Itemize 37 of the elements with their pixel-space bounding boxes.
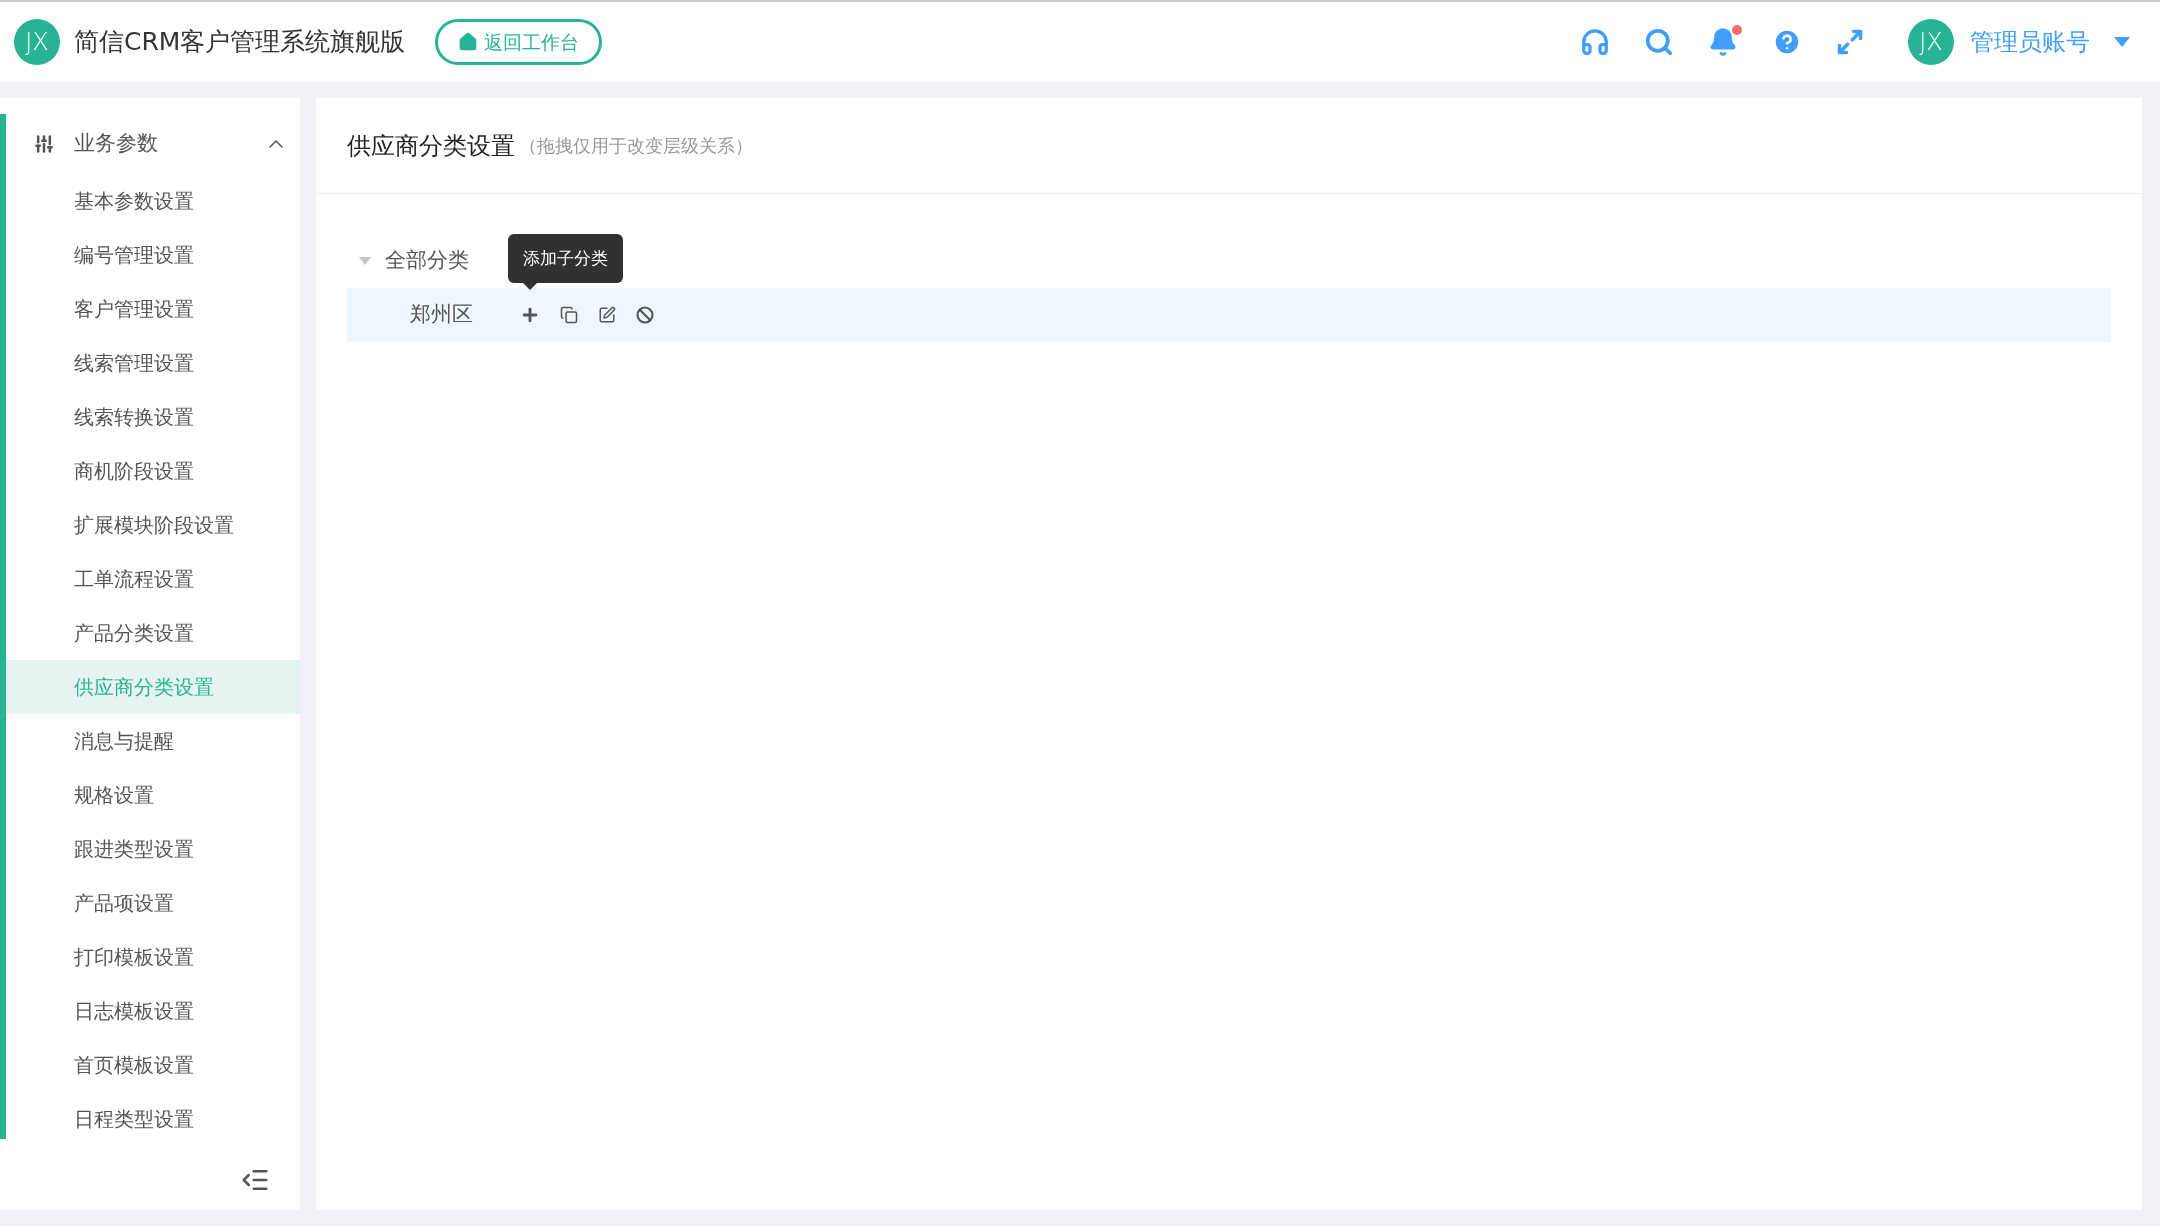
menu-item[interactable]: 日志模板设置 <box>6 984 300 1038</box>
menu-item[interactable]: 首页模板设置 <box>6 1038 300 1092</box>
add-icon[interactable] <box>520 305 540 325</box>
menu-item[interactable]: 产品分类设置 <box>6 606 300 660</box>
menu-item[interactable]: 线索转换设置 <box>6 390 300 444</box>
menu-item[interactable]: 客户管理设置 <box>6 282 300 336</box>
menu-group-header[interactable]: 业务参数 <box>6 114 300 174</box>
panel-title: 供应商分类设置 <box>347 130 515 162</box>
tooltip-pointer <box>522 282 538 290</box>
menu-item[interactable]: 规格设置 <box>6 768 300 822</box>
menu-item[interactable]: 基本参数设置 <box>6 174 300 228</box>
dropdown-caret-icon[interactable] <box>2114 37 2130 47</box>
help-icon[interactable] <box>1772 27 1802 57</box>
app-title: 简信CRM客户管理系统旗舰版 <box>74 26 406 59</box>
menu-item[interactable]: 线索管理设置 <box>6 336 300 390</box>
fullscreen-icon[interactable] <box>1836 28 1864 56</box>
menu-item[interactable]: 商机阶段设置 <box>6 444 300 498</box>
edit-icon[interactable] <box>598 306 616 324</box>
menu-item[interactable]: 编号管理设置 <box>6 228 300 282</box>
panel-hint: （拖拽仅用于改变层级关系） <box>519 134 753 158</box>
headset-icon[interactable] <box>1580 27 1610 57</box>
menu-item[interactable]: 日程类型设置 <box>6 1092 300 1146</box>
sliders-icon <box>34 134 54 154</box>
expand-caret-icon[interactable] <box>359 257 371 265</box>
home-icon <box>458 32 479 52</box>
menu-item[interactable]: 扩展模块阶段设置 <box>6 498 300 552</box>
menu-item[interactable]: 消息与提醒 <box>6 714 300 768</box>
disable-icon[interactable] <box>636 306 654 324</box>
tree-node[interactable]: 全部分类 <box>385 245 469 277</box>
user-avatar: JX <box>1908 19 1954 65</box>
logo: JX <box>14 19 60 65</box>
menu-item[interactable]: 产品项设置 <box>6 876 300 930</box>
menu-item[interactable]: 工单流程设置 <box>6 552 300 606</box>
menu-item[interactable]: 打印模板设置 <box>6 930 300 984</box>
copy-icon[interactable] <box>560 306 578 324</box>
menu-item[interactable]: 跟进类型设置 <box>6 822 300 876</box>
search-icon[interactable] <box>1644 27 1674 57</box>
